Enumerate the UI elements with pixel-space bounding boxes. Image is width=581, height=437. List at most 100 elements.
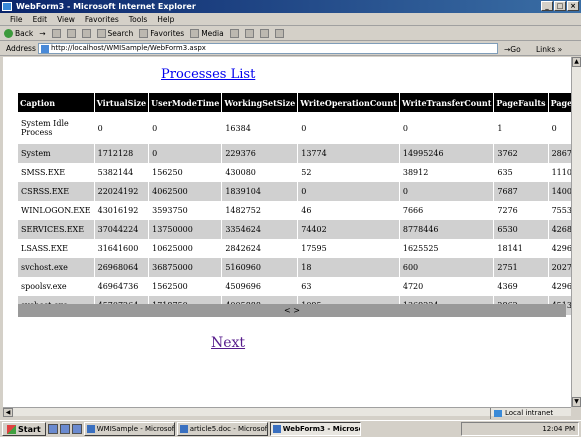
table-row: svchost.exe 26968064 36875000 5160960 18 600 2… bbox=[18, 258, 571, 277]
mail-button[interactable] bbox=[244, 28, 254, 38]
favorites-button[interactable]: Favorites bbox=[139, 28, 184, 38]
table-cell: 4268032 bbox=[548, 220, 571, 239]
address-input[interactable]: http://localhost/WMISample/WebForm3.aspx bbox=[38, 43, 498, 54]
scroll-left-arrow[interactable]: ◀ bbox=[3, 408, 13, 417]
table-body: System Idle Process001638400100System171… bbox=[18, 112, 571, 315]
table-cell: 3593750 bbox=[148, 201, 223, 220]
close-button[interactable]: × bbox=[567, 1, 579, 11]
table-cell: 13750000 bbox=[148, 220, 223, 239]
table-row: SMSS.EXE 5382144 156250 430080 52 38912 635 111… bbox=[18, 163, 571, 182]
task-wmisample[interactable]: WMISample - Microsoft W... bbox=[83, 422, 175, 436]
table-cell: 4369 bbox=[493, 277, 549, 296]
taskbar: Start WMISample - Microsoft W... article… bbox=[0, 420, 581, 437]
table-cell: 14995246 bbox=[399, 144, 495, 163]
table-cell: 26968064 bbox=[94, 258, 150, 277]
table-cell: 18141 bbox=[493, 239, 549, 258]
table-cell: svchost.exe bbox=[18, 258, 95, 277]
menu-tools[interactable]: Tools bbox=[129, 13, 147, 25]
links-button[interactable]: Links » bbox=[536, 42, 562, 57]
print-button[interactable] bbox=[259, 28, 269, 38]
edit-button[interactable] bbox=[274, 28, 284, 38]
table-cell: 10625000 bbox=[148, 239, 223, 258]
scroll-down-arrow[interactable]: ▼ bbox=[572, 397, 581, 407]
pager[interactable]: < > bbox=[18, 304, 566, 317]
address-bar: Address http://localhost/WMISample/WebFo… bbox=[0, 41, 581, 56]
table-cell: 5160960 bbox=[221, 258, 299, 277]
table-cell: 1 bbox=[493, 112, 549, 144]
column-header: Caption bbox=[18, 93, 95, 112]
table-cell: 1712128 bbox=[94, 144, 150, 163]
table-cell: 1625525 bbox=[399, 239, 495, 258]
forward-button[interactable]: → bbox=[39, 29, 45, 38]
vs-icon bbox=[86, 425, 95, 433]
horizontal-scrollbar[interactable]: ◀ bbox=[3, 407, 571, 417]
table-cell: 4720 bbox=[399, 277, 495, 296]
table-row: spoolsv.exe 46964736 1562500 4509696 63 4720 4… bbox=[18, 277, 571, 296]
table-cell: 0 bbox=[297, 182, 400, 201]
task-webform3[interactable]: WebForm3 - Microsoft... bbox=[269, 422, 361, 436]
table-cell: WINLOGON.EXE bbox=[18, 201, 95, 220]
table-cell: 7276 bbox=[493, 201, 549, 220]
menu-edit[interactable]: Edit bbox=[33, 13, 48, 25]
table-cell: 430080 bbox=[221, 163, 299, 182]
edit-icon bbox=[274, 28, 284, 38]
column-header: WriteOperationCount bbox=[297, 93, 400, 112]
home-icon bbox=[81, 28, 91, 38]
menu-view[interactable]: View bbox=[57, 13, 75, 25]
menu-help[interactable]: Help bbox=[157, 13, 174, 25]
table-cell: 43016192 bbox=[94, 201, 150, 220]
table-cell: 17595 bbox=[297, 239, 400, 258]
menu-file[interactable]: File bbox=[10, 13, 23, 25]
home-button[interactable] bbox=[81, 28, 91, 38]
table-row: CSRSS.EXE 22024192 4062500 1839104 0 0 7687 140… bbox=[18, 182, 571, 201]
menu-favorites[interactable]: Favorites bbox=[85, 13, 119, 25]
intranet-icon bbox=[494, 410, 502, 417]
media-button[interactable]: Media bbox=[190, 28, 224, 38]
table-cell: 4062500 bbox=[148, 182, 223, 201]
table-cell: 16384 bbox=[221, 112, 299, 144]
table-cell: 46 bbox=[297, 201, 400, 220]
start-button[interactable]: Start bbox=[2, 422, 46, 436]
table-cell: spoolsv.exe bbox=[18, 277, 95, 296]
word-icon bbox=[179, 425, 188, 433]
task-article5[interactable]: article5.doc - Microsoft W... bbox=[176, 422, 268, 436]
stop-icon bbox=[51, 28, 61, 38]
table-cell: 1110016 bbox=[548, 163, 571, 182]
history-button[interactable] bbox=[229, 28, 239, 38]
quicklaunch-desktop-icon[interactable] bbox=[59, 424, 70, 434]
go-button[interactable]: →Go bbox=[504, 42, 521, 57]
browser-window: WebForm3 - Microsoft Internet Explorer _… bbox=[0, 0, 581, 437]
clock: 12:04 PM bbox=[542, 425, 575, 433]
table-cell: 7666 bbox=[399, 201, 495, 220]
column-header: PageFileUsage bbox=[548, 93, 571, 112]
table-cell: 0 bbox=[94, 112, 150, 144]
pager-links[interactable]: < > bbox=[284, 306, 300, 315]
windows-logo-icon bbox=[7, 424, 16, 434]
table-cell: 28672 bbox=[548, 144, 571, 163]
table-cell: 635 bbox=[493, 163, 549, 182]
column-header: WriteTransferCount bbox=[399, 93, 495, 112]
stop-button[interactable] bbox=[51, 28, 61, 38]
column-header: PageFaults bbox=[493, 93, 549, 112]
quicklaunch-outlook-icon[interactable] bbox=[71, 424, 82, 434]
maximize-button[interactable]: □ bbox=[554, 1, 566, 11]
media-icon bbox=[190, 28, 200, 38]
processes-list-link[interactable]: Processes List bbox=[161, 67, 255, 82]
refresh-button[interactable] bbox=[66, 28, 76, 38]
table-cell: 37044224 bbox=[94, 220, 150, 239]
vertical-scrollbar[interactable]: ▲ ▼ bbox=[571, 57, 581, 407]
next-link[interactable]: Next bbox=[211, 335, 245, 351]
table-cell: 0 bbox=[297, 112, 400, 144]
scroll-up-arrow[interactable]: ▲ bbox=[572, 57, 581, 67]
quicklaunch-ie-icon[interactable] bbox=[47, 424, 58, 434]
table-cell: 4296704 bbox=[548, 239, 571, 258]
minimize-button[interactable]: _ bbox=[541, 1, 553, 11]
table-row: SERVICES.EXE 37044224 13750000 3354624 74402… bbox=[18, 220, 571, 239]
column-header: UserModeTime bbox=[148, 93, 223, 112]
table-cell: 4509696 bbox=[221, 277, 299, 296]
table-cell: 38912 bbox=[399, 163, 495, 182]
table-header-row: Caption VirtualSize UserModeTime WorkingSet… bbox=[18, 93, 571, 112]
table-cell: 2751 bbox=[493, 258, 549, 277]
back-button[interactable]: Back bbox=[4, 28, 33, 38]
search-button[interactable]: Search bbox=[96, 28, 133, 38]
